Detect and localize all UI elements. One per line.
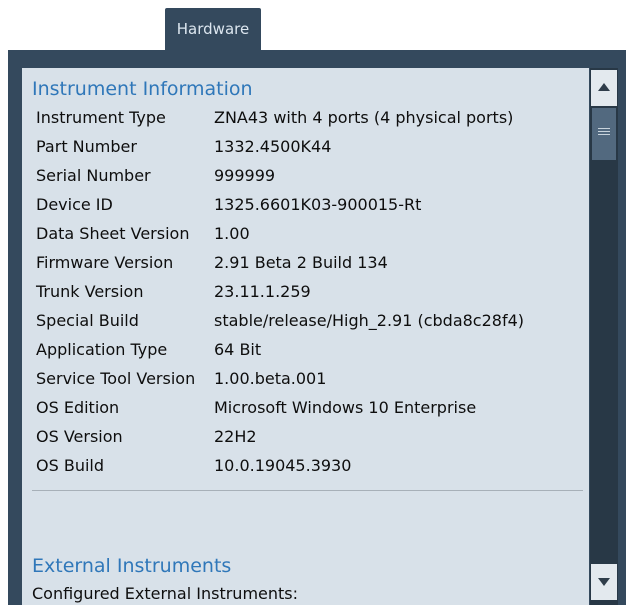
info-value: 1.00.beta.001 (214, 369, 327, 388)
info-label: OS Build (36, 456, 104, 475)
info-value: ZNA43 with 4 ports (4 physical ports) (214, 108, 514, 127)
info-value: 1332.4500K44 (214, 137, 332, 156)
tab-hardware[interactable]: Hardware (165, 8, 261, 50)
info-label: Data Sheet Version (36, 224, 190, 243)
info-value: Microsoft Windows 10 Enterprise (214, 398, 477, 417)
scroll-thumb[interactable] (592, 108, 616, 160)
info-value: 1.00 (214, 224, 250, 243)
scroll-down-button[interactable] (591, 564, 617, 600)
info-value: 999999 (214, 166, 276, 185)
info-label: Part Number (36, 137, 137, 156)
vertical-scrollbar[interactable] (590, 68, 618, 605)
info-value: 10.0.19045.3930 (214, 456, 352, 475)
info-row-os-build: OS Build 10.0.19045.3930 (36, 456, 586, 484)
configured-external-instruments-label: Configured External Instruments: (32, 584, 299, 603)
info-row-serial-number: Serial Number 999999 (36, 166, 586, 194)
info-value: 1325.6601K03-900015-Rt (214, 195, 422, 214)
external-instruments-heading: External Instruments (32, 555, 232, 577)
info-row-os-edition: OS Edition Microsoft Windows 10 Enterpri… (36, 398, 586, 426)
info-row-firmware-version: Firmware Version 2.91 Beta 2 Build 134 (36, 253, 586, 281)
info-value: 22H2 (214, 427, 257, 446)
instrument-information-heading: Instrument Information (32, 78, 253, 100)
info-row-device-id: Device ID 1325.6601K03-900015-Rt (36, 195, 586, 223)
info-row-application-type: Application Type 64 Bit (36, 340, 586, 368)
info-label: Serial Number (36, 166, 151, 185)
info-row-service-tool-version: Service Tool Version 1.00.beta.001 (36, 369, 586, 397)
info-row-data-sheet-version: Data Sheet Version 1.00 (36, 224, 586, 252)
info-label: Instrument Type (36, 108, 166, 127)
info-row-trunk-version: Trunk Version 23.11.1.259 (36, 282, 586, 310)
info-label: Device ID (36, 195, 113, 214)
info-row-part-number: Part Number 1332.4500K44 (36, 137, 586, 165)
arrow-up-icon (598, 83, 610, 91)
info-label: OS Edition (36, 398, 120, 417)
info-row-os-version: OS Version 22H2 (36, 427, 586, 455)
info-label: OS Version (36, 427, 123, 446)
info-content: Instrument Information Instrument Type Z… (22, 68, 589, 605)
info-label: Special Build (36, 311, 139, 330)
info-label: Trunk Version (36, 282, 144, 301)
info-label: Application Type (36, 340, 168, 359)
info-label: Firmware Version (36, 253, 174, 272)
info-value: 23.11.1.259 (214, 282, 311, 301)
info-label: Service Tool Version (36, 369, 196, 388)
arrow-down-icon (598, 578, 610, 586)
info-row-special-build: Special Build stable/release/High_2.91 (… (36, 311, 586, 339)
section-divider (32, 490, 583, 491)
info-row-instrument-type: Instrument Type ZNA43 with 4 ports (4 ph… (36, 108, 586, 136)
info-value: 2.91 Beta 2 Build 134 (214, 253, 388, 272)
info-value: stable/release/High_2.91 (cbda8c28f4) (214, 311, 525, 330)
scroll-up-button[interactable] (591, 70, 617, 106)
info-value: 64 Bit (214, 340, 262, 359)
